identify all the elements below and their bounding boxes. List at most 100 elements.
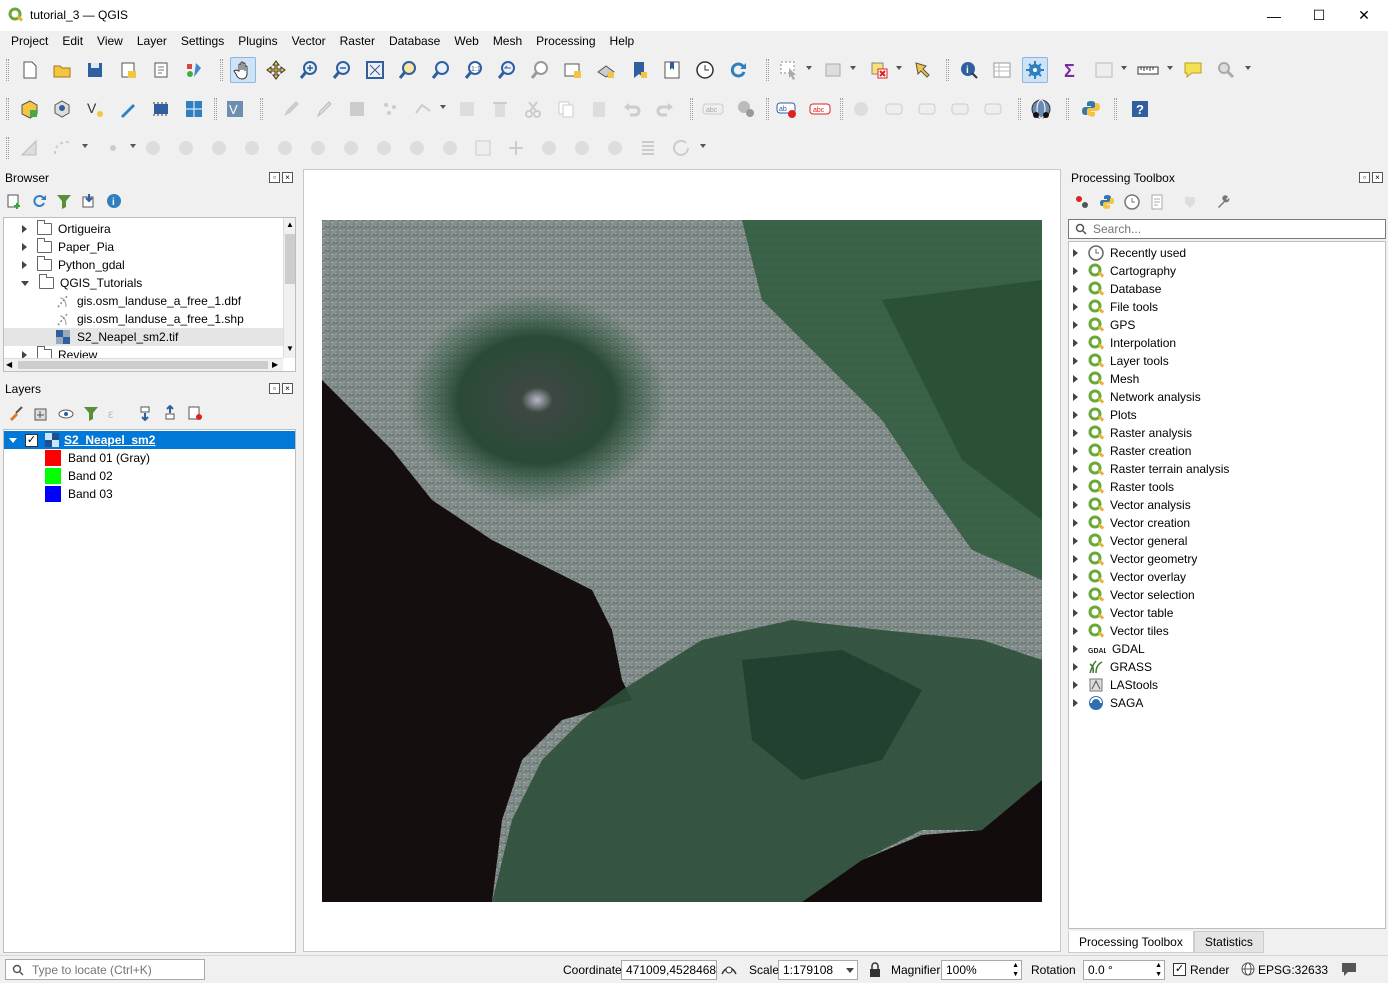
- toolbox-group-raster-analysis[interactable]: Raster analysis: [1073, 424, 1192, 442]
- scrollbar-thumb[interactable]: [285, 234, 295, 284]
- expand-arrow-icon[interactable]: [1073, 573, 1078, 581]
- scroll-down-icon[interactable]: ▼: [286, 344, 294, 353]
- toolbox-group-raster-tools[interactable]: Raster tools: [1073, 478, 1174, 496]
- layer-labeling-icon[interactable]: ab: [774, 96, 800, 122]
- expand-arrow-icon[interactable]: [22, 225, 27, 233]
- undo-icon[interactable]: [619, 96, 645, 122]
- python-console-icon[interactable]: [1078, 96, 1104, 122]
- expand-arrow-icon[interactable]: [1073, 609, 1078, 617]
- scroll-left-icon[interactable]: ◀: [6, 360, 12, 369]
- expand-arrow-icon[interactable]: [1073, 303, 1078, 311]
- delete-ring-icon[interactable]: [338, 135, 364, 161]
- toolbar-grip[interactable]: [1066, 98, 1069, 120]
- new-print-layout-icon[interactable]: [115, 57, 141, 83]
- expand-arrow-icon[interactable]: [1073, 339, 1078, 347]
- menu-web[interactable]: Web: [447, 34, 485, 48]
- toggle-extents-icon[interactable]: [720, 962, 738, 978]
- cut-features-icon[interactable]: [520, 96, 546, 122]
- browser-item-landuse-dbf[interactable]: gis.osm_landuse_a_free_1.dbf: [55, 292, 241, 310]
- zoom-next-icon[interactable]: [527, 57, 553, 83]
- collapse-arrow-icon[interactable]: [9, 437, 17, 443]
- close-panel-icon[interactable]: ×: [1372, 172, 1383, 183]
- add-selected-layers-icon[interactable]: [6, 193, 22, 209]
- coordinate-field[interactable]: 471009,4528468: [621, 960, 717, 980]
- toolbox-search-input[interactable]: [1091, 221, 1371, 237]
- scripts-python-icon[interactable]: [1099, 194, 1115, 210]
- layer-visibility-checkbox[interactable]: ✓: [25, 433, 38, 447]
- new-shapefile-icon[interactable]: V: [82, 96, 108, 122]
- map-tips-icon[interactable]: [1180, 57, 1206, 83]
- expand-arrow-icon[interactable]: [1073, 267, 1078, 275]
- browser-item-python-gdal[interactable]: Python_gdal: [22, 256, 125, 274]
- expand-arrow-icon[interactable]: [1073, 501, 1078, 509]
- modify-attributes-icon[interactable]: [454, 96, 480, 122]
- scale-combobox[interactable]: 1:179108: [778, 960, 858, 980]
- zoom-full-icon[interactable]: [362, 57, 388, 83]
- toolbox-group-saga[interactable]: SAGA: [1073, 694, 1143, 712]
- browser-item-ortigueira[interactable]: Ortigueira: [22, 220, 111, 238]
- close-panel-icon[interactable]: ×: [282, 383, 293, 394]
- new-spatialite-icon[interactable]: [115, 96, 141, 122]
- toolbox-group-vector-general[interactable]: Vector general: [1073, 532, 1187, 550]
- menu-view[interactable]: View: [90, 34, 130, 48]
- show-bookmarks-icon[interactable]: [659, 57, 685, 83]
- float-panel-icon[interactable]: ▫: [1359, 172, 1370, 183]
- measure-line-icon[interactable]: [1135, 57, 1161, 83]
- vertex-tool-icon[interactable]: [410, 96, 436, 122]
- toolbox-group-mesh[interactable]: Mesh: [1073, 370, 1139, 388]
- new-virtual-layer-icon[interactable]: [181, 96, 207, 122]
- add-part-icon[interactable]: [272, 135, 298, 161]
- edit-features-inplace-icon[interactable]: [1182, 194, 1198, 210]
- merge-attributes-icon[interactable]: [635, 135, 661, 161]
- rotate-point-symbols-icon[interactable]: [668, 135, 694, 161]
- fill-ring-icon[interactable]: [305, 135, 331, 161]
- scroll-right-icon[interactable]: ▶: [272, 360, 278, 369]
- locator-bar[interactable]: [5, 959, 205, 980]
- collapse-arrow-icon[interactable]: [21, 280, 29, 286]
- zoom-native-resolution-icon[interactable]: 1:1: [461, 57, 487, 83]
- toolbar-grip[interactable]: [766, 98, 769, 120]
- menu-vector[interactable]: Vector: [285, 34, 333, 48]
- expand-arrow-icon[interactable]: [1073, 483, 1078, 491]
- models-icon[interactable]: [1074, 194, 1090, 210]
- expand-arrow-icon[interactable]: [1073, 429, 1078, 437]
- toolbox-group-recently-used[interactable]: Recently used: [1073, 244, 1186, 262]
- browser-item-qgis-tutorials[interactable]: QGIS_Tutorials: [21, 274, 142, 292]
- magnifier-spinbox[interactable]: 100% ▲ ▼: [941, 960, 1022, 980]
- browser-horizontal-scrollbar[interactable]: ◀ ▶: [4, 358, 283, 371]
- measure-dropdown-icon[interactable]: [1167, 66, 1173, 70]
- add-group-icon[interactable]: [33, 405, 49, 421]
- expand-arrow-icon[interactable]: [1073, 375, 1078, 383]
- globe-plugin-icon[interactable]: [1028, 96, 1054, 122]
- toolbox-group-cartography[interactable]: Cartography: [1073, 262, 1176, 280]
- expand-arrow-icon[interactable]: [1073, 663, 1078, 671]
- new-geopackage-icon[interactable]: [49, 96, 75, 122]
- filter-by-expression-icon[interactable]: ε: [108, 405, 128, 421]
- expand-arrow-icon[interactable]: [1073, 627, 1078, 635]
- browser-item-landuse-shp[interactable]: gis.osm_landuse_a_free_1.shp: [55, 310, 244, 328]
- toolbox-group-grass[interactable]: GRASS: [1073, 658, 1152, 676]
- toolbox-group-interpolation[interactable]: Interpolation: [1073, 334, 1176, 352]
- toolbox-group-vector-tiles[interactable]: Vector tiles: [1073, 622, 1169, 640]
- collapse-all-icon[interactable]: [81, 193, 97, 209]
- vertex-dropdown-icon[interactable]: [440, 105, 446, 109]
- identify-features-icon[interactable]: i: [956, 57, 982, 83]
- remove-layer-icon[interactable]: [187, 405, 203, 421]
- toolbox-group-vector-selection[interactable]: Vector selection: [1073, 586, 1195, 604]
- toolbox-search-field[interactable]: [1068, 219, 1386, 239]
- menu-layer[interactable]: Layer: [130, 34, 174, 48]
- expand-arrow-icon[interactable]: [22, 261, 27, 269]
- toolbar-grip[interactable]: [6, 59, 9, 81]
- scale-feature-icon[interactable]: [173, 135, 199, 161]
- float-panel-icon[interactable]: ▫: [269, 383, 280, 394]
- save-edits-icon[interactable]: [344, 96, 370, 122]
- new-map-view-icon[interactable]: [560, 57, 586, 83]
- scroll-up-icon[interactable]: ▲: [286, 220, 294, 229]
- change-label-icon[interactable]: [980, 96, 1006, 122]
- expand-arrow-icon[interactable]: [22, 243, 27, 251]
- toolbar-grip[interactable]: [214, 98, 217, 120]
- toolbox-group-raster-creation[interactable]: Raster creation: [1073, 442, 1191, 460]
- maximize-button[interactable]: ☐: [1296, 0, 1342, 31]
- add-ring-icon[interactable]: [239, 135, 265, 161]
- expand-arrow-icon[interactable]: [1073, 321, 1078, 329]
